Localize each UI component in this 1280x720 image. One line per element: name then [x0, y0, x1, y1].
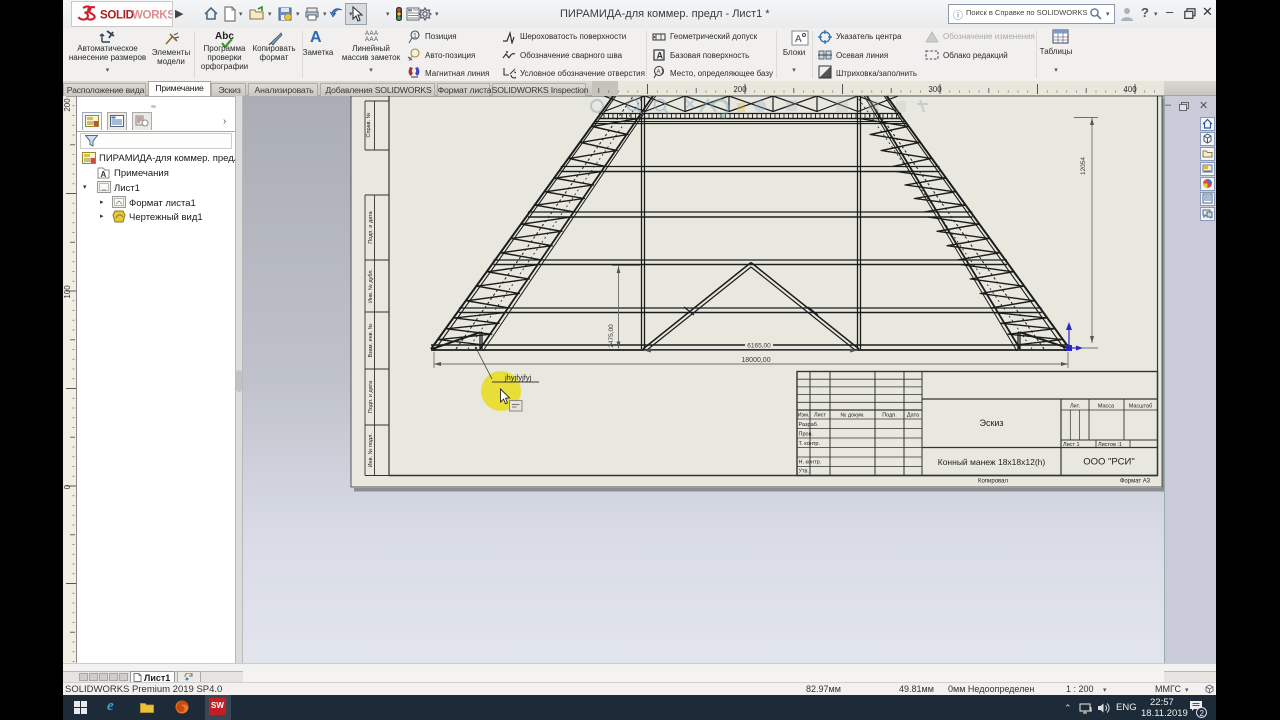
svg-text:Инв. № подл.: Инв. № подл.	[368, 433, 374, 468]
svg-text:Изм.: Изм.	[798, 413, 810, 419]
svg-text:A: A	[795, 34, 802, 45]
svg-text:200: 200	[63, 98, 72, 112]
svg-text:Лист: Лист	[814, 413, 826, 419]
svg-text:Эскиз: Эскиз	[979, 418, 1003, 428]
svg-text:1: 1	[413, 33, 417, 40]
svg-text:№ докум.: № докум.	[840, 413, 865, 419]
svg-text:Лит.: Лит.	[1070, 404, 1081, 410]
svg-text:300: 300	[928, 85, 942, 94]
svg-text:Формат А3: Формат А3	[1120, 479, 1151, 485]
svg-text:Масштаб: Масштаб	[1129, 404, 1153, 410]
svg-text:Листов :1: Листов :1	[1098, 442, 1122, 448]
svg-text:Подп. и дата: Подп. и дата	[368, 380, 374, 413]
svg-text:Т. контр.: Т. контр.	[799, 441, 821, 447]
svg-text:200: 200	[733, 85, 747, 94]
svg-text:Лист 1: Лист 1	[1063, 442, 1080, 448]
svg-text:Подп.: Подп.	[882, 413, 897, 419]
svg-text:A1: A1	[657, 70, 665, 76]
svg-text:WORKS: WORKS	[132, 10, 172, 22]
svg-text:18000,00: 18000,00	[741, 357, 770, 364]
svg-text:Подп. и дата: Подп. и дата	[368, 210, 374, 243]
svg-text:2475,00: 2475,00	[608, 324, 615, 348]
svg-text:Взам. инв. №: Взам. инв. №	[368, 323, 374, 357]
svg-text:Конный манеж 18х18х12(h): Конный манеж 18х18х12(h)	[938, 457, 1046, 467]
svg-text:Справ. №: Справ. №	[366, 112, 372, 137]
svg-text:ООО "РСИ": ООО "РСИ"	[1083, 457, 1134, 468]
svg-text:Масса: Масса	[1098, 404, 1115, 410]
svg-text:Инв. № дубл.: Инв. № дубл.	[368, 269, 374, 304]
svg-text:Дата: Дата	[907, 413, 920, 419]
svg-text:Копировал: Копировал	[978, 479, 1009, 485]
svg-text:400: 400	[1123, 85, 1137, 94]
svg-text:0: 0	[63, 484, 72, 489]
svg-text:Пров.: Пров.	[799, 432, 814, 438]
svg-text:jhyjfyjfyj: jhyjfyjfyj	[504, 373, 532, 382]
svg-text:A: A	[657, 51, 664, 61]
svg-text:A: A	[101, 170, 107, 179]
svg-text:Разраб.: Разраб.	[799, 422, 819, 428]
svg-text:SOLID: SOLID	[100, 10, 134, 22]
svg-text:100: 100	[63, 285, 72, 299]
svg-text:Утв.: Утв.	[799, 469, 810, 475]
svg-text:12054: 12054	[1080, 157, 1087, 175]
svg-text:Н. контр.: Н. контр.	[799, 460, 822, 466]
svg-text:6165,00: 6165,00	[747, 343, 771, 350]
